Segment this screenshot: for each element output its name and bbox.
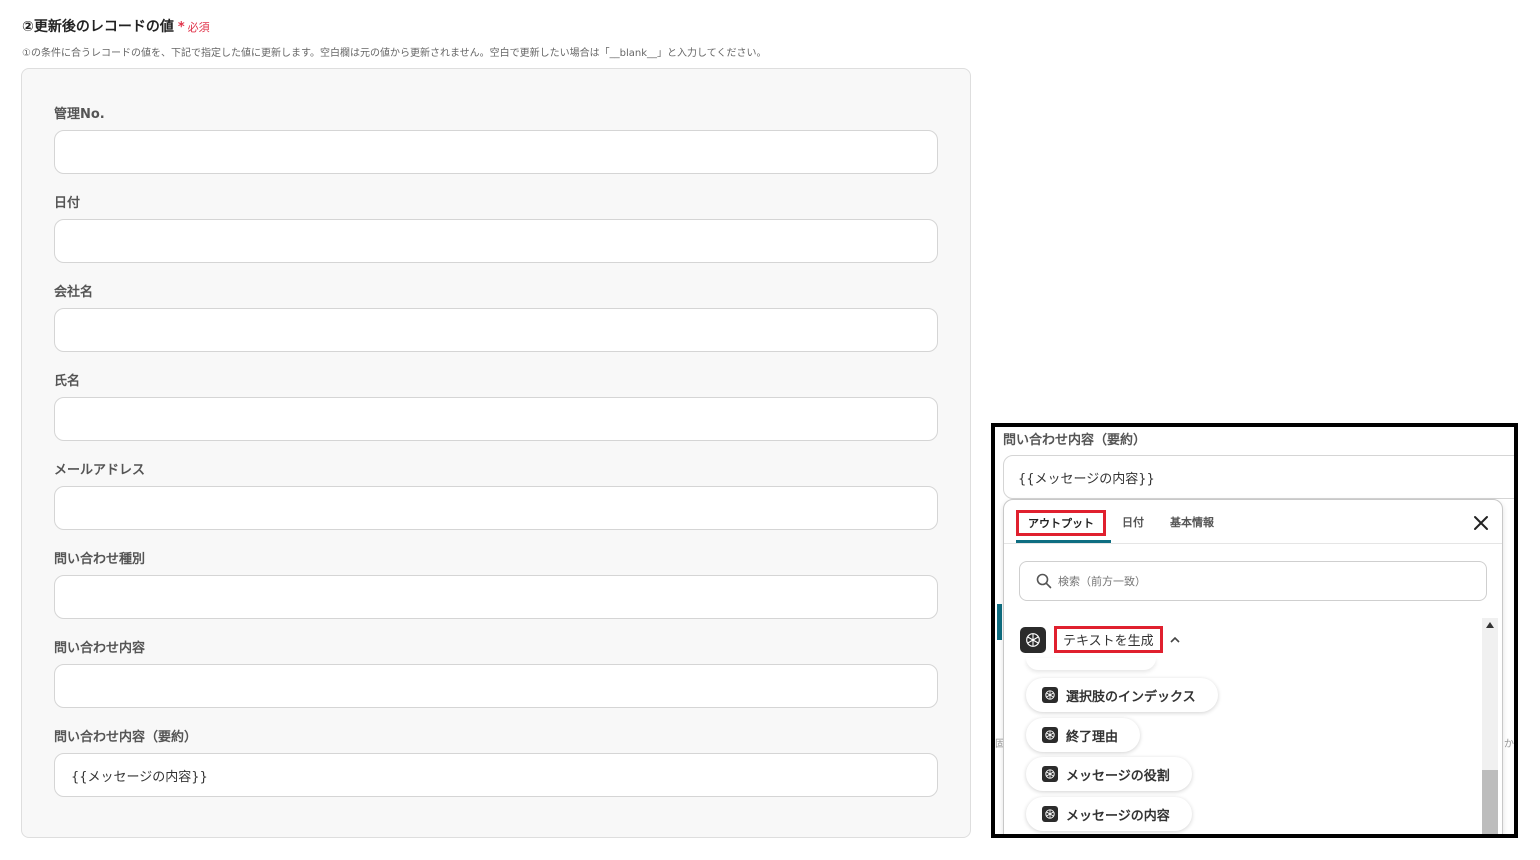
output-item-label: メッセージの役割	[1066, 768, 1170, 784]
ai-item-icon	[1042, 727, 1058, 743]
field-label-management-no: 管理No.	[54, 107, 105, 122]
inset-field-input[interactable]: {{メッセージの内容}}	[1003, 455, 1514, 499]
field-input-inquiry-summary[interactable]: {{メッセージの内容}}	[54, 753, 938, 797]
search-input[interactable]	[1058, 574, 1458, 588]
scroll-up-arrow-icon[interactable]	[1486, 622, 1494, 628]
section-title-text: ②更新後のレコードの値	[22, 19, 174, 35]
section-title: ②更新後のレコードの値 * 必須	[22, 16, 210, 36]
field-label-inquiry-content: 問い合わせ内容	[54, 641, 146, 656]
required-asterisk: *	[177, 20, 185, 35]
field-input-company[interactable]	[54, 308, 938, 352]
output-item-label: 終了理由	[1066, 729, 1119, 745]
ai-app-icon	[1020, 626, 1046, 653]
output-group-header[interactable]: テキストを生成	[1020, 626, 1181, 653]
tab-date[interactable]: 日付	[1112, 510, 1154, 534]
field-input-inquiry-type[interactable]	[54, 575, 938, 619]
field-input-name[interactable]	[54, 397, 938, 441]
output-item-label: 選択肢のインデックス	[1066, 689, 1196, 705]
output-picker-dropdown: アウトプット 日付 基本情報 テキストを生成 選択肢のインデックス 終了	[1003, 499, 1503, 834]
field-label-inquiry-summary: 問い合わせ内容（要約）	[54, 730, 198, 745]
chevron-up-icon[interactable]	[1169, 635, 1181, 645]
output-item-finish-reason[interactable]: 終了理由	[1026, 718, 1141, 752]
group-title: テキストを生成	[1054, 626, 1163, 653]
zoom-inset-panel: 問い合わせ内容（要約） {{メッセージの内容}} 固 か アウトプット 日付 基…	[991, 423, 1518, 838]
dropdown-scrollbar[interactable]	[1482, 618, 1498, 834]
output-item-label: メッセージの内容	[1066, 808, 1170, 824]
tab-basic-info[interactable]: 基本情報	[1160, 510, 1224, 534]
search-icon	[1036, 573, 1052, 589]
scrollbar-thumb[interactable]	[1482, 770, 1498, 834]
tabs-divider	[1004, 543, 1502, 544]
field-label-date: 日付	[54, 196, 81, 211]
ai-item-icon	[1042, 687, 1058, 703]
search-box	[1019, 561, 1487, 601]
field-label-inquiry-type: 問い合わせ種別	[54, 552, 146, 567]
section-description: ①の条件に合うレコードの値を、下記で指定した値に更新します。空白欄は元の値から更…	[22, 48, 767, 59]
output-item-choice-index[interactable]: 選択肢のインデックス	[1026, 678, 1218, 712]
background-accent-bar	[997, 604, 1002, 640]
record-values-panel: 管理No. 日付 会社名 氏名 メールアドレス 問い合わせ種別 問い合わせ内容 …	[21, 68, 971, 838]
partial-list-item	[1026, 658, 1156, 670]
field-input-inquiry-content[interactable]	[54, 664, 938, 708]
output-item-message-role[interactable]: メッセージの役割	[1026, 757, 1192, 791]
inset-field-label: 問い合わせ内容（要約）	[1003, 433, 1147, 448]
dropdown-tabs: アウトプット 日付 基本情報	[1016, 510, 1230, 544]
field-label-name: 氏名	[54, 374, 81, 389]
required-label: 必須	[187, 21, 210, 34]
ai-item-icon	[1042, 766, 1058, 782]
ai-item-icon	[1042, 806, 1058, 822]
field-label-email: メールアドレス	[54, 463, 146, 478]
field-input-management-no[interactable]	[54, 130, 938, 174]
field-label-company: 会社名	[54, 285, 94, 300]
tab-output[interactable]: アウトプット	[1016, 510, 1106, 536]
background-glyph-right: か	[1504, 739, 1514, 750]
field-input-email[interactable]	[54, 486, 938, 530]
output-item-message-content[interactable]: メッセージの内容	[1026, 797, 1192, 831]
field-input-date[interactable]	[54, 219, 938, 263]
close-icon[interactable]	[1472, 514, 1490, 532]
